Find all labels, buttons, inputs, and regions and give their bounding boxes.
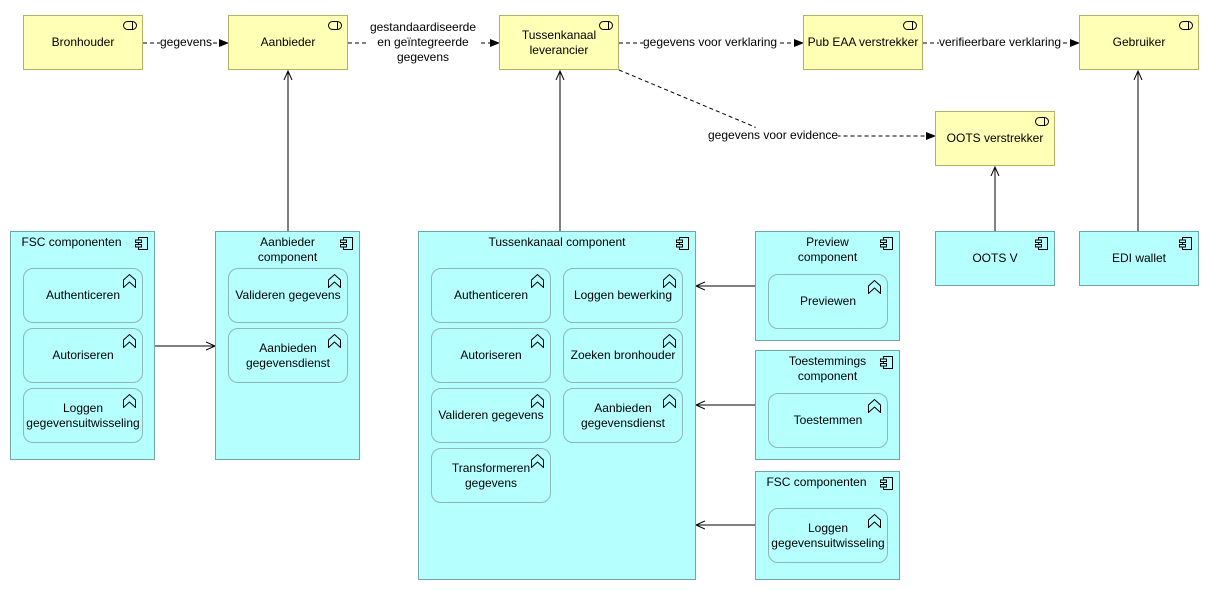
function-label: Authenticeren — [45, 288, 121, 302]
function-toestemmen[interactable]: Toestemmen — [768, 393, 888, 448]
flow-label-verifieerbare: verifieerbare verklaring — [939, 35, 1062, 50]
flow-label-evidence: gegevens voor evidence — [708, 128, 839, 143]
component-oots-v[interactable]: OOTS V — [935, 231, 1055, 286]
function-icon — [328, 334, 341, 348]
function-icon — [123, 334, 136, 348]
function-zoeken-bronhouder[interactable]: Zoeken bronhouder — [563, 328, 683, 383]
function-label: Autoriseren — [460, 348, 522, 362]
function-label: Valideren gegevens — [235, 288, 341, 302]
component-title: FSC componenten — [21, 235, 122, 249]
function-aanbieden-gegevensdienst[interactable]: Aanbieden gegevensdienst — [563, 388, 683, 443]
function-valideren-gegevens[interactable]: Valideren gegevens — [431, 388, 551, 443]
function-label: Authenticeren — [453, 288, 529, 302]
function-icon — [123, 274, 136, 288]
function-icon — [663, 274, 676, 288]
component-title: Aanbieder component — [257, 235, 318, 264]
function-label: Loggen bewerking — [573, 288, 673, 302]
function-label: Toestemmen — [793, 413, 863, 427]
service-oots-verstrekker[interactable]: OOTS verstrekker — [935, 111, 1055, 166]
service-bronhouder[interactable]: Bronhouder — [23, 15, 143, 70]
function-valideren-gegevens[interactable]: Valideren gegevens — [228, 268, 348, 323]
service-label: Tussenkanaal leverancier — [521, 27, 597, 57]
function-icon — [531, 334, 544, 348]
component-fsc-left[interactable]: FSC componenten Authenticeren Autorisere… — [10, 231, 155, 460]
service-label: OOTS verstrekker — [946, 131, 1044, 145]
component-edi-wallet[interactable]: EDI wallet — [1079, 231, 1199, 286]
function-icon — [663, 334, 676, 348]
function-autoriseren[interactable]: Autoriseren — [23, 328, 143, 383]
component-toestemmings[interactable]: Toestemmings component Toestemmen — [755, 350, 900, 460]
function-authenticeren[interactable]: Authenticeren — [431, 268, 551, 323]
function-icon — [868, 280, 881, 294]
service-icon — [1035, 117, 1049, 126]
function-icon — [531, 274, 544, 288]
component-fsc-right[interactable]: FSC componenten Loggen gegevensuitwissel… — [755, 471, 900, 580]
component-icon — [135, 237, 148, 250]
service-label: Gebruiker — [1112, 35, 1166, 49]
service-icon — [599, 21, 613, 30]
function-icon — [531, 394, 544, 408]
component-title: EDI wallet — [1111, 251, 1167, 265]
function-previewen[interactable]: Previewen — [768, 274, 888, 329]
function-label: Zoeken bronhouder — [570, 348, 676, 362]
service-icon — [1179, 21, 1193, 30]
service-icon — [123, 21, 137, 30]
function-aanbieden-gegevensdienst[interactable]: Aanbieden gegevensdienst — [228, 328, 348, 383]
function-icon — [531, 454, 544, 468]
component-icon — [880, 477, 893, 490]
service-pub-eaa-verstrekker[interactable]: Pub EAA verstrekker — [803, 15, 923, 70]
service-aanbieder[interactable]: Aanbieder — [228, 15, 348, 70]
function-icon — [868, 399, 881, 413]
function-icon — [663, 394, 676, 408]
function-loggen-bewerking[interactable]: Loggen bewerking — [563, 268, 683, 323]
function-loggen-gegevensuitwisseling[interactable]: Loggen gegevensuitwisseling — [768, 508, 888, 563]
component-preview[interactable]: Preview component Previewen — [755, 231, 900, 341]
function-icon — [868, 514, 881, 528]
service-label: Aanbieder — [260, 35, 316, 49]
function-authenticeren[interactable]: Authenticeren — [23, 268, 143, 323]
service-icon — [903, 21, 917, 30]
function-label: Aanbieden gegevensdienst — [580, 400, 666, 430]
component-title: Tussenkanaal component — [488, 235, 626, 249]
flow-label-gegevens: gegevens — [160, 35, 213, 50]
flow-label-verklaring: gegevens voor verklaring — [643, 35, 778, 50]
function-transformeren-gegevens[interactable]: Transformeren gegevens — [431, 448, 551, 503]
flow-tussenkanaal-oots — [618, 69, 936, 140]
component-title: FSC componenten — [766, 475, 867, 489]
service-tussenkanaal-leverancier[interactable]: Tussenkanaal leverancier — [499, 15, 619, 70]
function-label: Previewen — [799, 294, 857, 308]
component-tussenkanaal[interactable]: Tussenkanaal component Authenticeren Aut… — [418, 231, 696, 580]
flow-label-gestandaardiseerd: gestandaardiseerde en geïntegreerde gege… — [368, 20, 478, 65]
function-icon — [123, 394, 136, 408]
function-loggen-gegevensuitwisseling[interactable]: Loggen gegevensuitwisseling — [23, 388, 143, 443]
function-label: Aanbieden gegevensdienst — [245, 340, 331, 370]
function-label: Autoriseren — [52, 348, 114, 362]
service-icon — [328, 21, 342, 30]
service-gebruiker[interactable]: Gebruiker — [1079, 15, 1199, 70]
service-label: Pub EAA verstrekker — [807, 35, 919, 49]
component-title: Preview component — [797, 235, 858, 264]
function-label: Valideren gegevens — [438, 408, 544, 422]
function-label: Transformeren gegevens — [451, 460, 531, 490]
component-title: OOTS V — [972, 251, 1018, 265]
function-autoriseren[interactable]: Autoriseren — [431, 328, 551, 383]
component-aanbieder[interactable]: Aanbieder component Valideren gegevens A… — [215, 231, 360, 460]
component-title: Toestemmings component — [788, 354, 867, 383]
function-icon — [328, 274, 341, 288]
service-label: Bronhouder — [51, 35, 115, 49]
